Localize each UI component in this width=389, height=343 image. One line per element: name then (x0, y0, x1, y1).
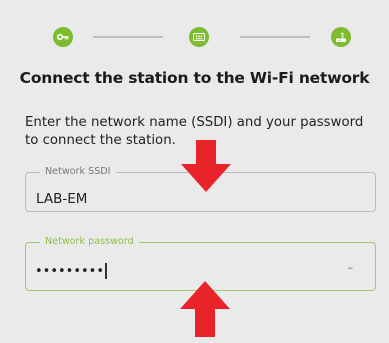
network-password-label: Network password (45, 236, 134, 247)
step-1-key (53, 27, 73, 47)
up-arrow-annotation-icon (180, 281, 230, 337)
network-password-value: ••••••••• (35, 263, 105, 279)
password-visibility-toggle[interactable]: – (348, 261, 354, 274)
step-connector-2 (240, 36, 310, 38)
network-password-input[interactable]: ••••••••• (35, 263, 107, 279)
router-icon (336, 32, 346, 42)
network-ssid-input[interactable]: LAB-EM (36, 191, 87, 207)
setup-stepper (0, 0, 389, 72)
text-cursor (105, 263, 107, 279)
wifi-dots-icon (193, 33, 205, 41)
page-title: Connect the station to the Wi-Fi network (19, 69, 370, 87)
step-connector-1 (93, 36, 163, 38)
down-arrow-annotation-icon (181, 140, 231, 192)
step-2-wifi (189, 27, 209, 47)
network-ssid-label: Network SSDI (45, 166, 111, 177)
key-icon (57, 33, 69, 41)
step-3-router (331, 27, 351, 47)
